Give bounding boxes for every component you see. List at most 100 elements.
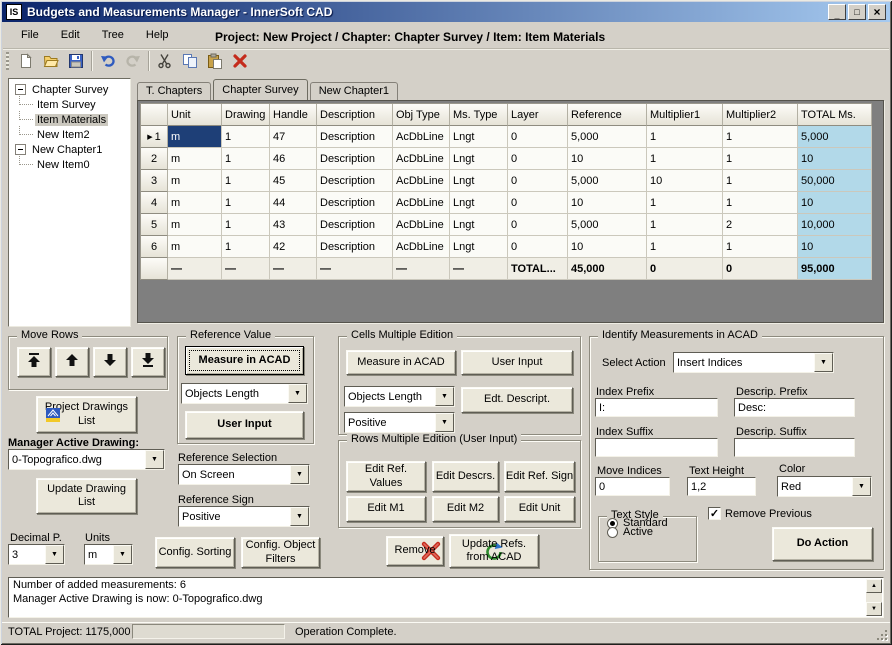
grid-cell[interactable]: 2 xyxy=(723,214,798,236)
tree-node-chapter-survey[interactable]: Chapter Survey xyxy=(9,82,130,97)
edit-descript-button[interactable]: Edt. Descript. xyxy=(461,387,573,413)
grid-cell[interactable]: Description xyxy=(317,236,393,258)
grid-cell[interactable]: AcDbLine xyxy=(393,126,450,148)
grid-cell[interactable]: 0 xyxy=(508,214,568,236)
move-indices-field[interactable] xyxy=(595,477,670,496)
grid-cell[interactable]: 1 xyxy=(723,170,798,192)
grid-cell[interactable]: Description xyxy=(317,170,393,192)
chevron-down-icon[interactable]: ▼ xyxy=(290,507,309,526)
chevron-down-icon[interactable]: ▼ xyxy=(435,387,454,406)
grid-cell[interactable]: Lngt xyxy=(450,192,508,214)
column-header-multiplier1[interactable]: Multiplier1 xyxy=(647,104,723,126)
remove-previous-checkbox[interactable]: ✓ xyxy=(708,507,721,520)
edit-ref-values-button[interactable]: Edit Ref. Values xyxy=(346,461,426,492)
grid-cell[interactable]: 1 xyxy=(222,236,270,258)
grid-cell[interactable]: 1 xyxy=(222,214,270,236)
grid-cell[interactable]: Lngt xyxy=(450,236,508,258)
chevron-down-icon[interactable]: ▼ xyxy=(814,353,833,372)
grid-cell[interactable]: 46 xyxy=(270,148,317,170)
grid-cell[interactable]: 1 xyxy=(222,126,270,148)
grid-cell[interactable]: 10 xyxy=(798,148,872,170)
grid-cell[interactable]: 1 xyxy=(222,148,270,170)
tree-node-new-item0[interactable]: New Item0 xyxy=(9,157,130,172)
row-header-4[interactable]: 4 xyxy=(141,192,168,214)
column-header-unit[interactable]: Unit xyxy=(168,104,222,126)
grid-cell[interactable]: 43 xyxy=(270,214,317,236)
config-object-filters-button[interactable]: Config. Object Filters xyxy=(241,537,320,568)
tree-node-item-survey[interactable]: Item Survey xyxy=(9,97,130,112)
grid-cell[interactable]: 0 xyxy=(508,236,568,258)
maximize-button[interactable]: □ xyxy=(848,4,866,20)
column-header-obj-type[interactable]: Obj Type xyxy=(393,104,450,126)
move-down-button[interactable] xyxy=(93,347,127,377)
grid-cell[interactable]: Lngt xyxy=(450,148,508,170)
edit-ref-sign-button[interactable]: Edit Ref. Sign xyxy=(504,461,575,492)
delete-button[interactable] xyxy=(228,50,251,72)
menu-tree[interactable]: Tree xyxy=(94,26,132,44)
grid-cell[interactable]: Lngt xyxy=(450,214,508,236)
grid-cell[interactable]: Description xyxy=(317,192,393,214)
column-header-ms-type[interactable]: Ms. Type xyxy=(450,104,508,126)
scroll-up-icon[interactable]: ▲ xyxy=(866,579,882,593)
tree-expander-icon[interactable] xyxy=(15,144,26,155)
scroll-down-icon[interactable]: ▼ xyxy=(866,602,882,616)
chevron-down-icon[interactable]: ▼ xyxy=(145,450,164,469)
color-select[interactable]: Red ▼ xyxy=(777,476,872,497)
grid-cell[interactable]: m xyxy=(168,236,222,258)
grid-cell[interactable]: 1 xyxy=(222,170,270,192)
chevron-down-icon[interactable]: ▼ xyxy=(435,413,454,432)
tree-node-new-chapter1[interactable]: New Chapter1 xyxy=(9,142,130,157)
grid-cell[interactable]: 5,000 xyxy=(568,214,647,236)
radio-active[interactable] xyxy=(607,527,618,538)
tree-node-item-materials[interactable]: Item Materials xyxy=(9,112,130,127)
grid-cell[interactable]: Lngt xyxy=(450,126,508,148)
user-input-button[interactable]: User Input xyxy=(185,411,304,439)
update-refs-button[interactable]: Update Refs. from ACAD xyxy=(449,534,539,568)
grid-cell[interactable]: 10 xyxy=(647,170,723,192)
grid-cell[interactable]: 47 xyxy=(270,126,317,148)
cells-mode-select[interactable]: Objects Length ▼ xyxy=(344,386,455,407)
decimal-places-select[interactable]: 3 ▼ xyxy=(8,544,65,565)
grid-cell[interactable]: 0 xyxy=(508,192,568,214)
edit-m1-button[interactable]: Edit M1 xyxy=(346,496,426,522)
chevron-down-icon[interactable]: ▼ xyxy=(113,545,132,564)
redo-button[interactable] xyxy=(121,50,144,72)
column-header-description[interactable]: Description xyxy=(317,104,393,126)
menu-edit[interactable]: Edit xyxy=(53,26,88,44)
units-select[interactable]: m ▼ xyxy=(84,544,133,565)
edit-unit-button[interactable]: Edit Unit xyxy=(504,496,575,522)
select-action-select[interactable]: Insert Indices ▼ xyxy=(673,352,834,373)
grid-cell[interactable]: AcDbLine xyxy=(393,148,450,170)
remove-previous-option[interactable]: ✓ Remove Previous xyxy=(708,507,812,520)
grid-cell[interactable]: 5,000 xyxy=(568,170,647,192)
descrip-suffix-field[interactable] xyxy=(734,438,855,457)
reference-mode-select[interactable]: Objects Length ▼ xyxy=(181,383,308,404)
column-header-multiplier2[interactable]: Multiplier2 xyxy=(723,104,798,126)
row-header-3[interactable]: 3 xyxy=(141,170,168,192)
grid-cell[interactable]: 1 xyxy=(723,148,798,170)
grid-cell[interactable]: Lngt xyxy=(450,170,508,192)
column-header-drawing[interactable]: Drawing xyxy=(222,104,270,126)
grid-cell[interactable]: m xyxy=(168,192,222,214)
tab-chapter-survey[interactable]: Chapter Survey xyxy=(213,79,307,100)
edit-m2-button[interactable]: Edit M2 xyxy=(432,496,499,522)
chevron-down-icon[interactable]: ▼ xyxy=(288,384,307,403)
column-header-corner[interactable] xyxy=(141,104,168,126)
grid-cell[interactable]: Description xyxy=(317,148,393,170)
grid-cell[interactable]: 1 xyxy=(647,214,723,236)
grid-cell[interactable]: 5,000 xyxy=(798,126,872,148)
update-drawing-list-button[interactable]: Update Drawing List xyxy=(36,478,137,514)
reference-selection-select[interactable]: On Screen ▼ xyxy=(178,464,310,485)
minimize-button[interactable]: _ xyxy=(828,4,846,20)
edit-descrs-button[interactable]: Edit Descrs. xyxy=(432,461,499,492)
menu-file[interactable]: File xyxy=(13,26,47,44)
tab-t-chapters[interactable]: T. Chapters xyxy=(137,82,211,100)
grid-cell[interactable]: 42 xyxy=(270,236,317,258)
grid-cell[interactable]: AcDbLine xyxy=(393,236,450,258)
undo-button[interactable] xyxy=(96,50,119,72)
log-scrollbar[interactable]: ▲ ▼ xyxy=(866,579,882,616)
cells-user-input-button[interactable]: User Input xyxy=(461,350,573,375)
grid-cell[interactable]: 10 xyxy=(568,236,647,258)
index-prefix-field[interactable] xyxy=(595,398,718,417)
grid-cell[interactable]: m xyxy=(168,170,222,192)
